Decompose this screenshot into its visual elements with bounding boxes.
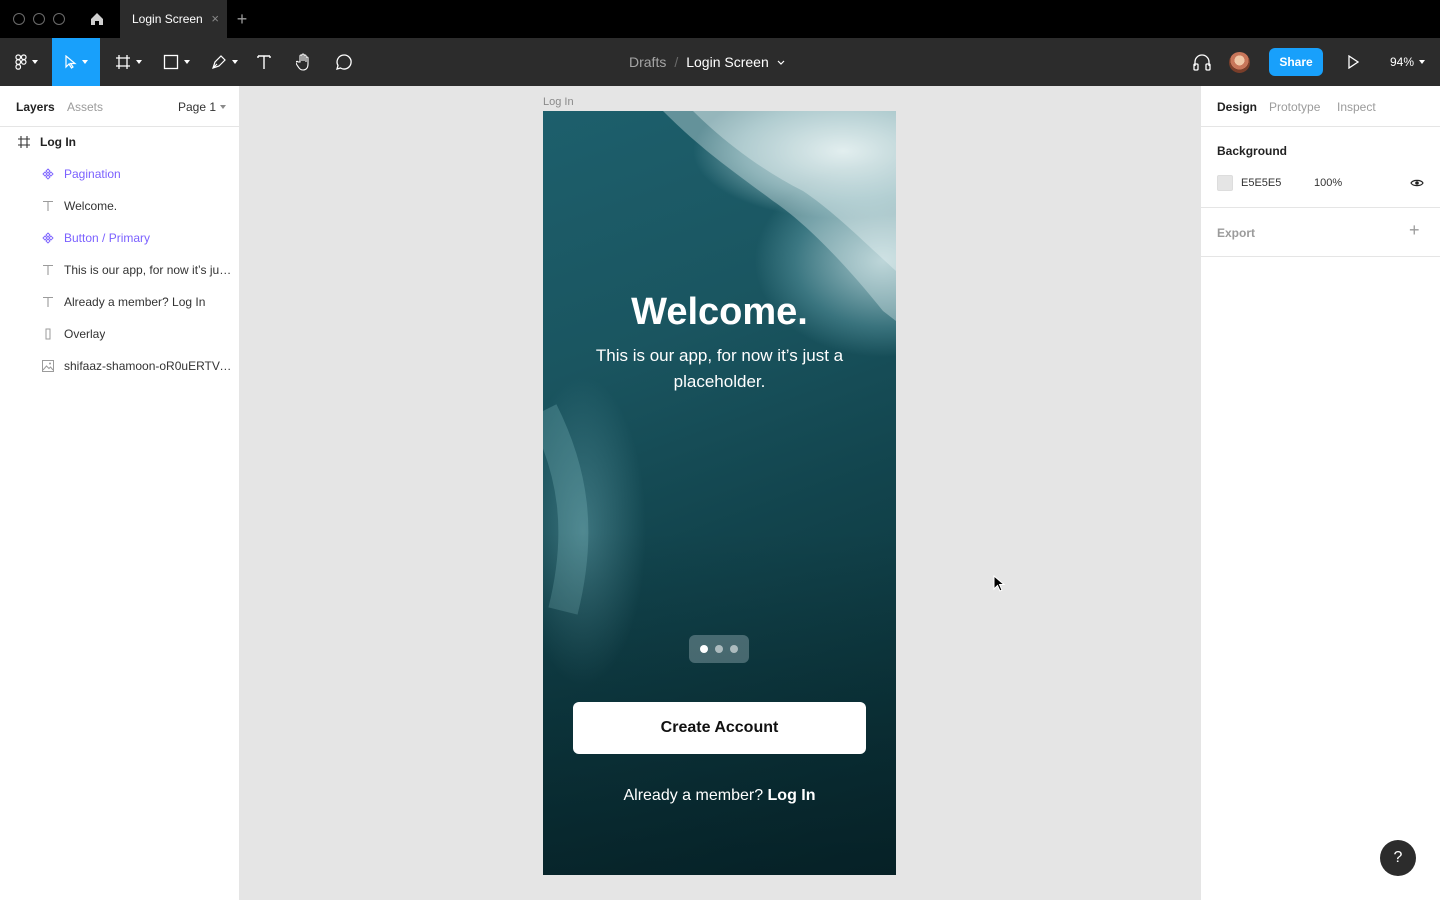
login-frame[interactable]: Welcome. This is our app, for now it’s j… bbox=[543, 111, 896, 875]
layer-item-log-in[interactable]: Log In bbox=[0, 126, 239, 158]
layer-name: Pagination bbox=[64, 167, 121, 181]
image-icon bbox=[41, 359, 55, 373]
layer-name: Log In bbox=[40, 135, 76, 149]
welcome-subtitle: This is our app, for now it’s just a pla… bbox=[595, 346, 844, 391]
rectangle-icon bbox=[41, 327, 55, 341]
hand-tool-button[interactable] bbox=[292, 38, 316, 86]
window-maximize-button[interactable] bbox=[53, 13, 65, 25]
hand-icon bbox=[296, 53, 309, 71]
comment-tool-button[interactable] bbox=[332, 38, 356, 86]
audio-button[interactable] bbox=[1190, 38, 1214, 86]
component-icon bbox=[41, 231, 55, 245]
headphones-icon bbox=[1193, 54, 1211, 71]
layer-name: Button / Primary bbox=[64, 231, 151, 245]
create-account-button[interactable]: Create Account bbox=[573, 702, 866, 754]
chevron-down-icon bbox=[1419, 60, 1426, 64]
layer-name: Overlay bbox=[64, 327, 106, 341]
zoom-level: 94% bbox=[1390, 55, 1415, 69]
close-tab-icon[interactable]: × bbox=[211, 12, 219, 25]
breadcrumb: Drafts / Login Screen bbox=[629, 38, 785, 86]
text-icon bbox=[41, 295, 55, 309]
pagination-dot-active[interactable] bbox=[700, 645, 708, 653]
tab-layers[interactable]: Layers bbox=[16, 100, 55, 114]
pen-icon bbox=[211, 55, 226, 69]
avatar[interactable] bbox=[1227, 50, 1252, 75]
properties-tabs: Design Prototype Inspect bbox=[1201, 86, 1440, 127]
breadcrumb-drafts[interactable]: Drafts bbox=[629, 54, 666, 70]
text-tool-button[interactable] bbox=[252, 38, 276, 86]
page-label: Page 1 bbox=[178, 100, 217, 114]
tab-assets[interactable]: Assets bbox=[67, 100, 103, 114]
text-icon bbox=[41, 263, 55, 277]
tab-inspect[interactable]: Inspect bbox=[1337, 100, 1376, 114]
layer-item-already-member[interactable]: Already a member? Log In bbox=[0, 286, 239, 318]
layer-item-button-primary[interactable]: Button / Primary bbox=[0, 222, 239, 254]
play-icon bbox=[1348, 55, 1359, 69]
pen-tool-button[interactable] bbox=[204, 38, 244, 86]
document-tab[interactable]: Login Screen × bbox=[120, 0, 227, 38]
window-minimize-button[interactable] bbox=[33, 13, 45, 25]
tab-design[interactable]: Design bbox=[1217, 100, 1257, 114]
frame-icon bbox=[17, 135, 31, 149]
zoom-dropdown[interactable]: 94% bbox=[1390, 38, 1426, 86]
move-tool-button[interactable] bbox=[52, 38, 100, 86]
text-icon bbox=[41, 199, 55, 213]
layers-panel-tabs: Layers Assets Page 1 bbox=[0, 86, 239, 127]
help-button[interactable]: ? bbox=[1380, 840, 1416, 876]
pagination-dot[interactable] bbox=[730, 645, 738, 653]
title-bar: Login Screen × + bbox=[0, 0, 1440, 38]
share-button[interactable]: Share bbox=[1269, 48, 1323, 76]
frame-label[interactable]: Log In bbox=[543, 96, 574, 108]
shape-tool-button[interactable] bbox=[156, 38, 196, 86]
new-tab-button[interactable]: + bbox=[233, 9, 251, 29]
login-link[interactable]: Log In bbox=[768, 787, 816, 804]
window-close-button[interactable] bbox=[13, 13, 25, 25]
comment-icon bbox=[336, 54, 352, 70]
frame-tool-button[interactable] bbox=[108, 38, 148, 86]
login-prompt: Already a member? Log In bbox=[543, 787, 896, 805]
welcome-heading: Welcome. bbox=[631, 291, 808, 333]
home-icon[interactable] bbox=[86, 8, 108, 30]
document-tab-label: Login Screen bbox=[132, 12, 203, 26]
properties-panel: Design Prototype Inspect Background E5E5… bbox=[1200, 86, 1440, 900]
present-button[interactable] bbox=[1341, 38, 1365, 86]
frame-icon bbox=[115, 55, 130, 69]
layer-name: shifaaz-shamoon-oR0uERTVyD0-unsplash bbox=[64, 359, 232, 373]
background-swatch[interactable] bbox=[1217, 175, 1233, 191]
layer-item-overlay[interactable]: Overlay bbox=[0, 318, 239, 350]
breadcrumb-separator: / bbox=[674, 54, 679, 70]
component-icon bbox=[41, 167, 55, 181]
ocean-wave-image bbox=[543, 111, 896, 615]
figma-logo-icon bbox=[14, 54, 27, 70]
pagination-dot[interactable] bbox=[715, 645, 723, 653]
file-name[interactable]: Login Screen bbox=[686, 54, 769, 70]
page-selector[interactable]: Page 1 bbox=[178, 100, 227, 114]
export-section: Export + bbox=[1201, 208, 1440, 257]
layer-name: This is our app, for now it’s just a pla… bbox=[64, 263, 232, 277]
layer-item-pagination[interactable]: Pagination bbox=[0, 158, 239, 190]
move-cursor-icon bbox=[64, 55, 77, 69]
chevron-down-icon bbox=[220, 105, 227, 109]
chevron-down-icon[interactable] bbox=[777, 60, 785, 65]
mouse-cursor-icon bbox=[993, 575, 1006, 592]
pagination[interactable] bbox=[689, 635, 749, 663]
layer-item-image[interactable]: shifaaz-shamoon-oR0uERTVyD0-unsplash bbox=[0, 350, 239, 382]
background-opacity-input[interactable]: 100% bbox=[1314, 177, 1342, 189]
layer-item-welcome[interactable]: Welcome. bbox=[0, 190, 239, 222]
layer-name: Already a member? Log In bbox=[64, 295, 206, 309]
export-title: Export bbox=[1217, 226, 1256, 240]
background-title: Background bbox=[1217, 144, 1288, 158]
background-hex-input[interactable]: E5E5E5 bbox=[1241, 177, 1281, 189]
eye-icon[interactable] bbox=[1410, 178, 1424, 188]
text-icon bbox=[257, 55, 271, 69]
layer-item-subtitle[interactable]: This is our app, for now it’s just a pla… bbox=[0, 254, 239, 286]
layers-panel: Layers Assets Page 1 Log In Pagination W… bbox=[0, 86, 240, 900]
tab-prototype[interactable]: Prototype bbox=[1269, 100, 1320, 114]
background-section: Background E5E5E5 100% bbox=[1201, 127, 1440, 208]
add-export-button[interactable]: + bbox=[1409, 220, 1420, 241]
rectangle-icon bbox=[163, 54, 178, 70]
main-menu-button[interactable] bbox=[8, 38, 44, 86]
login-prompt-text: Already a member? bbox=[623, 787, 768, 804]
layer-name: Welcome. bbox=[64, 199, 118, 213]
